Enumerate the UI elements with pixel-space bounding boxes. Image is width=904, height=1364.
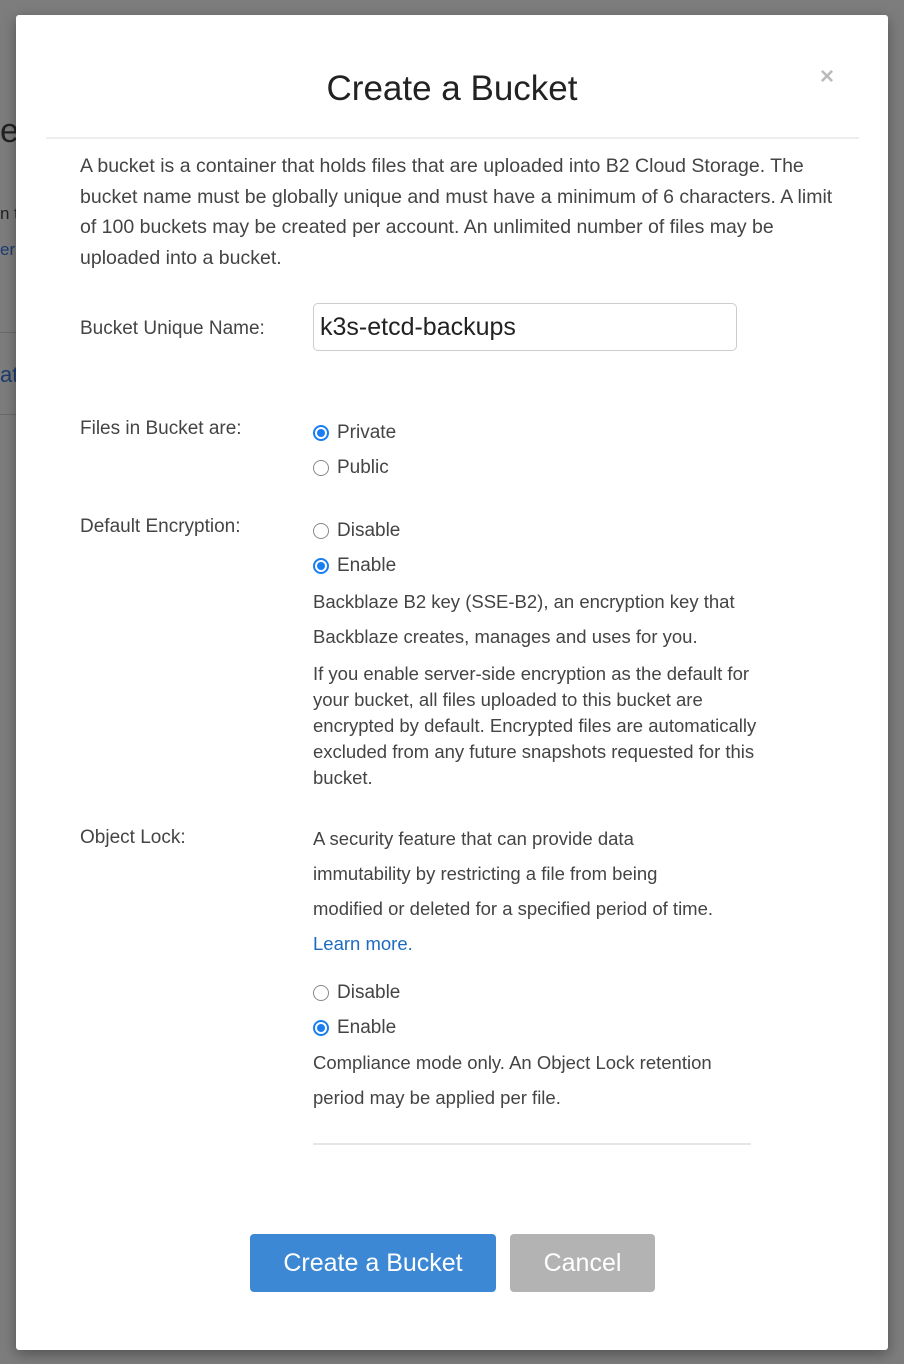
header-divider <box>46 137 859 139</box>
section-divider <box>313 1143 751 1145</box>
radio-label: Public <box>337 457 389 478</box>
background-divider <box>0 332 16 333</box>
radio-selected-icon <box>313 558 329 574</box>
modal-description: A bucket is a container that holds files… <box>80 155 833 270</box>
radio-label: Disable <box>337 982 401 1003</box>
radio-object-lock-disable[interactable]: Disable <box>313 982 400 1004</box>
radio-label: Disable <box>337 520 401 541</box>
learn-more-link[interactable]: Learn more. <box>313 933 413 954</box>
radio-label: Private <box>337 422 397 443</box>
background-text: er <box>0 240 16 259</box>
radio-unselected-icon <box>313 523 329 539</box>
background-divider <box>0 414 16 415</box>
radio-selected-icon <box>313 425 329 441</box>
radio-encryption-enable[interactable]: Enable <box>313 555 396 577</box>
bucket-name-input[interactable] <box>313 303 737 351</box>
create-bucket-modal: Create a Bucket × A bucket is a containe… <box>16 15 888 1350</box>
object-lock-description: A security feature that can provide data… <box>313 821 723 961</box>
bucket-name-label: Bucket Unique Name: <box>80 318 265 339</box>
cancel-button[interactable]: Cancel <box>510 1234 655 1292</box>
object-lock-note: Compliance mode only. An Object Lock ret… <box>313 1052 712 1108</box>
encryption-info: If you enable server-side encryption as … <box>313 663 757 788</box>
radio-object-lock-enable[interactable]: Enable <box>313 1017 396 1039</box>
radio-public[interactable]: Public <box>313 457 389 479</box>
radio-unselected-icon <box>313 985 329 1001</box>
object-lock-text: A security feature that can provide data… <box>313 828 714 919</box>
modal-title: Create a Bucket <box>326 69 578 108</box>
create-bucket-button[interactable]: Create a Bucket <box>250 1234 496 1292</box>
radio-private[interactable]: Private <box>313 422 396 444</box>
encryption-key-note: Backblaze B2 key (SSE-B2), an encryption… <box>313 591 735 647</box>
files-visibility-label: Files in Bucket are: <box>80 418 242 439</box>
radio-unselected-icon <box>313 460 329 476</box>
radio-encryption-disable[interactable]: Disable <box>313 520 400 542</box>
radio-selected-icon <box>313 1020 329 1036</box>
object-lock-label: Object Lock: <box>80 827 186 848</box>
close-icon[interactable]: × <box>820 63 834 91</box>
encryption-label: Default Encryption: <box>80 516 241 537</box>
radio-label: Enable <box>337 555 397 576</box>
radio-label: Enable <box>337 1017 397 1038</box>
